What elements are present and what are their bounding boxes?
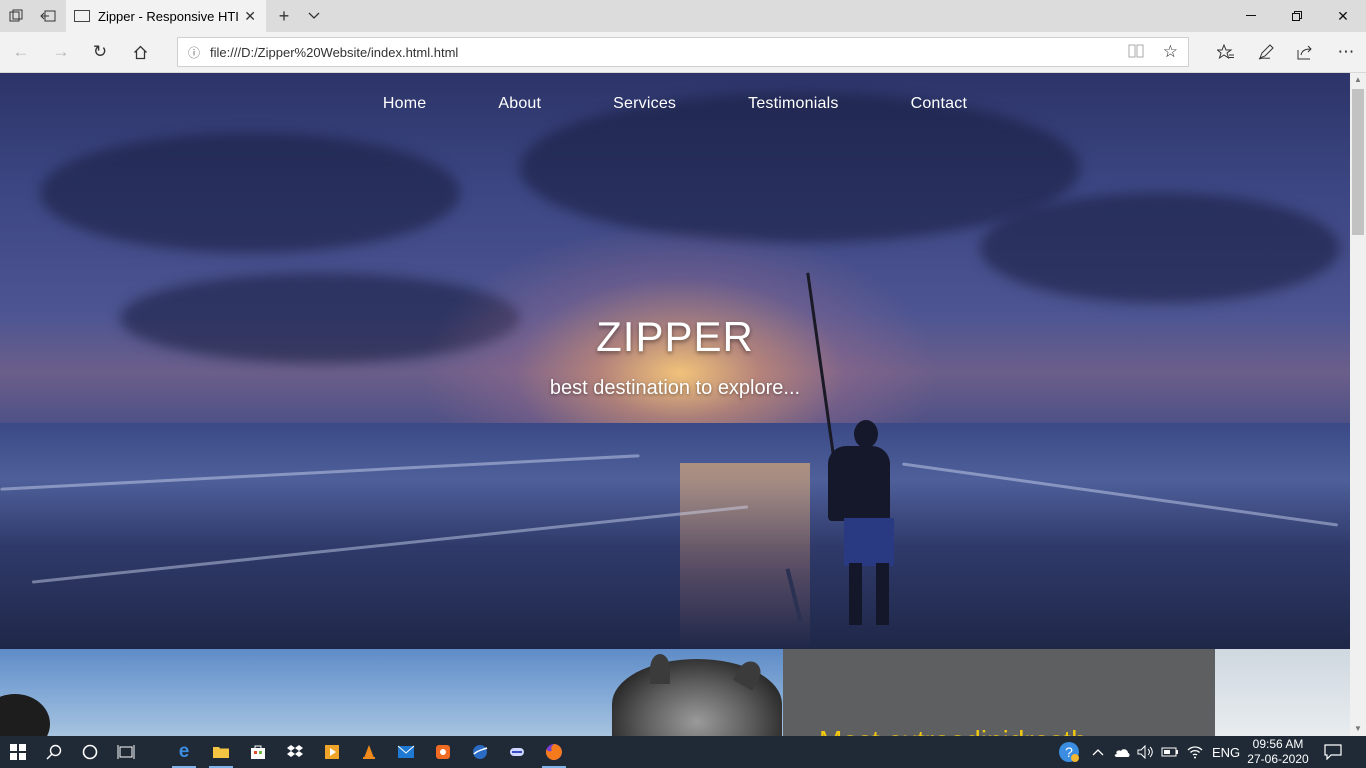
toggle-icon[interactable] — [499, 736, 535, 768]
browser-tab-active[interactable]: Zipper - Responsive HTI ✕ — [66, 0, 266, 32]
fisherman-head — [854, 420, 878, 448]
section2-image — [0, 649, 783, 736]
battery-icon[interactable] — [1161, 736, 1179, 768]
tab-title: Zipper - Responsive HTI — [98, 8, 238, 24]
pen-icon[interactable] — [1251, 38, 1281, 66]
close-icon[interactable]: ✕ — [244, 8, 256, 25]
horse-ear — [650, 654, 670, 684]
section2-heading: Most extraodinidrasth — [819, 725, 1087, 736]
tabs-aside-icon[interactable] — [32, 0, 64, 32]
onedrive-icon[interactable] — [1113, 736, 1131, 768]
start-icon[interactable] — [0, 736, 36, 768]
file-explorer-icon[interactable] — [203, 736, 239, 768]
browser-titlebar: Zipper - Responsive HTI ✕ + ✕ — [0, 0, 1366, 32]
set-aside-tabs-icon[interactable] — [0, 0, 32, 32]
hero-reflection — [680, 463, 810, 649]
fisherman-leg — [876, 563, 889, 625]
browser-icon[interactable] — [462, 736, 498, 768]
help-icon[interactable]: ? — [1058, 736, 1080, 768]
hero-section: Home About Services Testimonials Contact… — [0, 73, 1350, 649]
nav-contact[interactable]: Contact — [911, 95, 968, 113]
nav-about[interactable]: About — [498, 95, 541, 113]
search-icon[interactable] — [36, 736, 72, 768]
clock-date: 27-06-2020 — [1247, 752, 1309, 766]
fisherman-leg — [849, 563, 862, 625]
browser-toolbar: ← → ↻ ⓘ file:///D:/Zipper%20Website/inde… — [0, 32, 1366, 73]
url-text[interactable]: file:///D:/Zipper%20Website/index.html.h… — [210, 45, 458, 60]
volume-icon[interactable] — [1137, 736, 1155, 768]
minimize-icon[interactable] — [1228, 0, 1274, 32]
hero-subtitle: best destination to explore... — [549, 377, 801, 399]
share-icon[interactable] — [1290, 38, 1320, 66]
restore-icon[interactable] — [1274, 0, 1320, 32]
task-view-icon[interactable] — [108, 736, 144, 768]
store-icon[interactable] — [240, 736, 276, 768]
app-icon[interactable] — [425, 736, 461, 768]
address-bar[interactable]: ⓘ file:///D:/Zipper%20Website/index.html… — [177, 37, 1189, 67]
hero-title: ZIPPER — [596, 313, 754, 360]
firefox-icon[interactable] — [536, 736, 572, 768]
wifi-icon[interactable] — [1186, 736, 1204, 768]
book-icon[interactable] — [1128, 44, 1144, 61]
language-indicator[interactable]: ENG — [1212, 736, 1240, 768]
arrow-left-icon[interactable]: ← — [6, 38, 36, 66]
vlc-icon[interactable] — [351, 736, 387, 768]
clock-time: 09:56 AM — [1252, 737, 1304, 751]
chevron-up-icon[interactable] — [1092, 736, 1104, 768]
home-icon[interactable] — [125, 38, 155, 66]
image-shadow — [0, 694, 50, 736]
page-scrollbar[interactable]: ▲ ▼ — [1350, 73, 1366, 736]
scroll-thumb[interactable] — [1352, 89, 1364, 235]
hero-cloud — [980, 193, 1340, 303]
site-nav: Home About Services Testimonials Contact — [0, 95, 1350, 113]
fisherman-body — [828, 446, 890, 521]
nav-testimonials[interactable]: Testimonials — [748, 95, 838, 113]
page-viewport: Home About Services Testimonials Contact… — [0, 73, 1350, 736]
dropbox-icon[interactable] — [277, 736, 313, 768]
hero-cloud — [40, 133, 460, 253]
info-icon[interactable]: ⓘ — [178, 44, 210, 61]
chevron-down-icon[interactable] — [304, 0, 324, 32]
plus-icon[interactable]: + — [272, 0, 296, 32]
section2-textbox: Most extraodinidrasth — [783, 649, 1215, 736]
cortana-icon[interactable] — [72, 736, 108, 768]
edge-icon[interactable]: e — [166, 736, 202, 768]
media-player-icon[interactable] — [314, 736, 350, 768]
close-window-icon[interactable]: ✕ — [1320, 0, 1366, 32]
mail-icon[interactable] — [388, 736, 424, 768]
favorites-icon[interactable] — [1211, 38, 1241, 66]
section2-side-image — [1215, 649, 1350, 736]
page-icon — [74, 10, 90, 22]
scroll-down-icon[interactable]: ▼ — [1350, 722, 1366, 736]
more-icon[interactable]: ⋯ — [1331, 38, 1361, 66]
scroll-up-icon[interactable]: ▲ — [1350, 73, 1366, 87]
hero-sea — [0, 423, 1350, 649]
fisherman-shorts — [844, 518, 894, 566]
star-icon[interactable]: ☆ — [1163, 42, 1178, 62]
nav-services[interactable]: Services — [613, 95, 676, 113]
notification-icon[interactable] — [1324, 736, 1342, 768]
taskbar-clock[interactable]: 09:56 AM 27-06-2020 — [1246, 737, 1310, 767]
nav-home[interactable]: Home — [383, 95, 426, 113]
hero-cloud — [520, 93, 1080, 243]
arrow-right-icon[interactable]: → — [46, 38, 76, 66]
taskbar: e ? ENG 09:56 AM 27-06-2020 — [0, 736, 1366, 768]
refresh-icon[interactable]: ↻ — [85, 38, 115, 66]
